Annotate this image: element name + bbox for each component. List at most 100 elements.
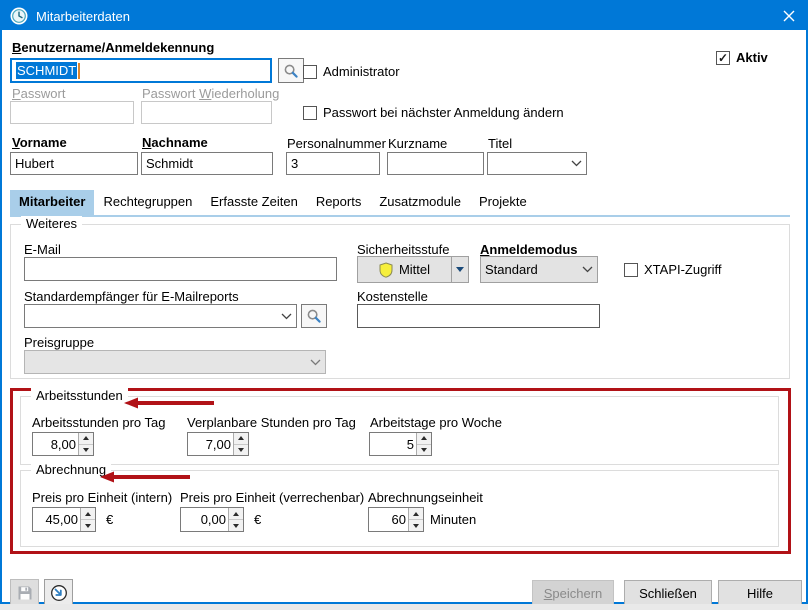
chevron-down-icon [582, 266, 593, 273]
spin-down-button[interactable] [409, 520, 423, 531]
preis-verrechenbar-currency: € [254, 512, 261, 527]
xtapi-check: XTAPI-Zugriff [624, 262, 722, 277]
vorname-input[interactable]: Hubert [10, 152, 138, 175]
save-tool-button[interactable] [10, 579, 39, 607]
nachname-label: Nachname [142, 135, 208, 150]
abrechnungseinheit-spinner[interactable]: 60 [368, 507, 424, 532]
spin-up-button[interactable] [81, 508, 95, 520]
arbeitsstunden-pro-tag-spinner[interactable]: 8,00 [32, 432, 94, 456]
xtapi-label: XTAPI-Zugriff [644, 262, 722, 277]
preisgruppe-label: Preisgruppe [24, 335, 94, 350]
tab-bar: Mitarbeiter Rechtegruppen Erfasste Zeite… [10, 190, 536, 215]
sicherheitsstufe-value: Mittel [399, 262, 430, 277]
spin-down-button[interactable] [417, 445, 431, 456]
username-label: Benutzername/Anmeldekennung [12, 40, 214, 55]
passwort-wiederholung-input[interactable] [141, 101, 272, 124]
preis-intern-currency: € [106, 512, 113, 527]
app-clock-icon [10, 7, 28, 25]
spin-down-button[interactable] [79, 445, 93, 456]
window-title: Mitarbeiterdaten [36, 9, 130, 24]
email-input[interactable] [24, 257, 337, 281]
nachname-input[interactable]: Schmidt [141, 152, 273, 175]
weiteres-caption: Weiteres [21, 216, 82, 231]
spin-up-button[interactable] [79, 433, 93, 445]
verplanbare-stunden-label: Verplanbare Stunden pro Tag [187, 415, 356, 430]
hilfe-button[interactable]: Hilfe [718, 580, 802, 606]
dialog-mitarbeiterdaten: Mitarbeiterdaten Benutzername/Anmeldeken… [0, 0, 808, 604]
tab-erfasste-zeiten[interactable]: Erfasste Zeiten [201, 190, 306, 215]
pw-change-checkbox[interactable] [303, 106, 317, 120]
username-input[interactable]: SCHMIDT [10, 58, 272, 83]
spin-up-button[interactable] [417, 433, 431, 445]
aktiv-checkbox[interactable] [716, 51, 730, 65]
tab-mitarbeiter[interactable]: Mitarbeiter [10, 190, 94, 215]
tab-rechtegruppen[interactable]: Rechtegruppen [94, 190, 201, 215]
close-icon [783, 10, 795, 22]
empfaenger-combobox[interactable] [24, 304, 297, 328]
preis-intern-label: Preis pro Einheit (intern) [32, 490, 172, 505]
anmeldemodus-value: Standard [485, 262, 538, 277]
chevron-down-icon [571, 160, 582, 167]
sicherheitsstufe-label: Sicherheitsstufe [357, 242, 450, 257]
kurzname-label: Kurzname [388, 136, 447, 151]
titel-select[interactable] [487, 152, 587, 175]
arbeitstage-pro-woche-spinner[interactable]: 5 [369, 432, 432, 456]
personalnummer-label: Personalnummer [287, 136, 386, 151]
red-arrow-icon [124, 397, 214, 409]
spin-up-button[interactable] [229, 508, 243, 520]
sicherheitsstufe-arrow-button[interactable] [451, 257, 468, 282]
administrator-label: Administrator [323, 64, 400, 79]
verplanbare-stunden-spinner[interactable]: 7,00 [187, 432, 249, 456]
spin-up-button[interactable] [234, 433, 248, 445]
arbeitsstunden-pro-tag-label: Arbeitsstunden pro Tag [32, 415, 165, 430]
preis-verrechenbar-label: Preis pro Einheit (verrechenbar) [180, 490, 364, 505]
empfaenger-search-button[interactable] [301, 304, 327, 328]
tab-reports[interactable]: Reports [307, 190, 371, 215]
preis-verrechenbar-spinner[interactable]: 0,00 [180, 507, 244, 532]
kurzname-input[interactable] [387, 152, 484, 175]
spin-up-button[interactable] [409, 508, 423, 520]
tab-zusatzmodule[interactable]: Zusatzmodule [370, 190, 470, 215]
administrator-check: Administrator [303, 64, 400, 79]
window-bottom-edge [0, 604, 808, 610]
abrechnungseinheit-unit: Minuten [430, 512, 476, 527]
xtapi-checkbox[interactable] [624, 263, 638, 277]
search-icon [306, 308, 322, 324]
close-button[interactable] [772, 2, 806, 30]
administrator-checkbox[interactable] [303, 65, 317, 79]
speichern-button[interactable]: Speichern [532, 580, 614, 606]
tab-underline [10, 215, 790, 217]
empfaenger-label: Standardempfänger für E-Mailreports [24, 289, 239, 304]
floppy-disk-icon [17, 585, 33, 601]
spin-down-button[interactable] [229, 520, 243, 531]
anmeldemodus-label: Anmeldemodus [480, 242, 578, 257]
spin-down-button[interactable] [234, 445, 248, 456]
red-arrow-icon [100, 471, 190, 483]
sicherheitsstufe-dropdown[interactable]: Mittel [357, 256, 469, 283]
passwort-wiederholung-label: Passwort Wiederholung [142, 86, 279, 101]
search-icon [283, 63, 299, 79]
chevron-down-icon [281, 313, 292, 320]
time-jump-tool-button[interactable] [44, 579, 73, 607]
passwort-input[interactable] [10, 101, 134, 124]
preis-intern-spinner[interactable]: 45,00 [32, 507, 96, 532]
kostenstelle-input[interactable] [357, 304, 600, 328]
personalnummer-input[interactable]: 3 [286, 152, 380, 175]
circle-arrow-icon [50, 584, 68, 602]
passwort-label: Passwort [12, 86, 65, 101]
aktiv-check: Aktiv [716, 50, 768, 65]
dropdown-arrow-icon [456, 267, 464, 272]
titlebar: Mitarbeiterdaten [2, 2, 806, 30]
text-caret [78, 63, 80, 79]
username-search-button[interactable] [278, 58, 304, 83]
abrechnungseinheit-label: Abrechnungseinheit [368, 490, 483, 505]
arbeitstage-pro-woche-label: Arbeitstage pro Woche [370, 415, 502, 430]
preisgruppe-select[interactable] [24, 350, 326, 374]
tab-projekte[interactable]: Projekte [470, 190, 536, 215]
schliessen-button[interactable]: Schließen [624, 580, 712, 606]
pw-change-check: Passwort bei nächster Anmeldung ändern [303, 105, 564, 120]
spin-down-button[interactable] [81, 520, 95, 531]
anmeldemodus-select[interactable]: Standard [480, 256, 598, 283]
chevron-down-icon [310, 359, 321, 366]
kostenstelle-label: Kostenstelle [357, 289, 428, 304]
